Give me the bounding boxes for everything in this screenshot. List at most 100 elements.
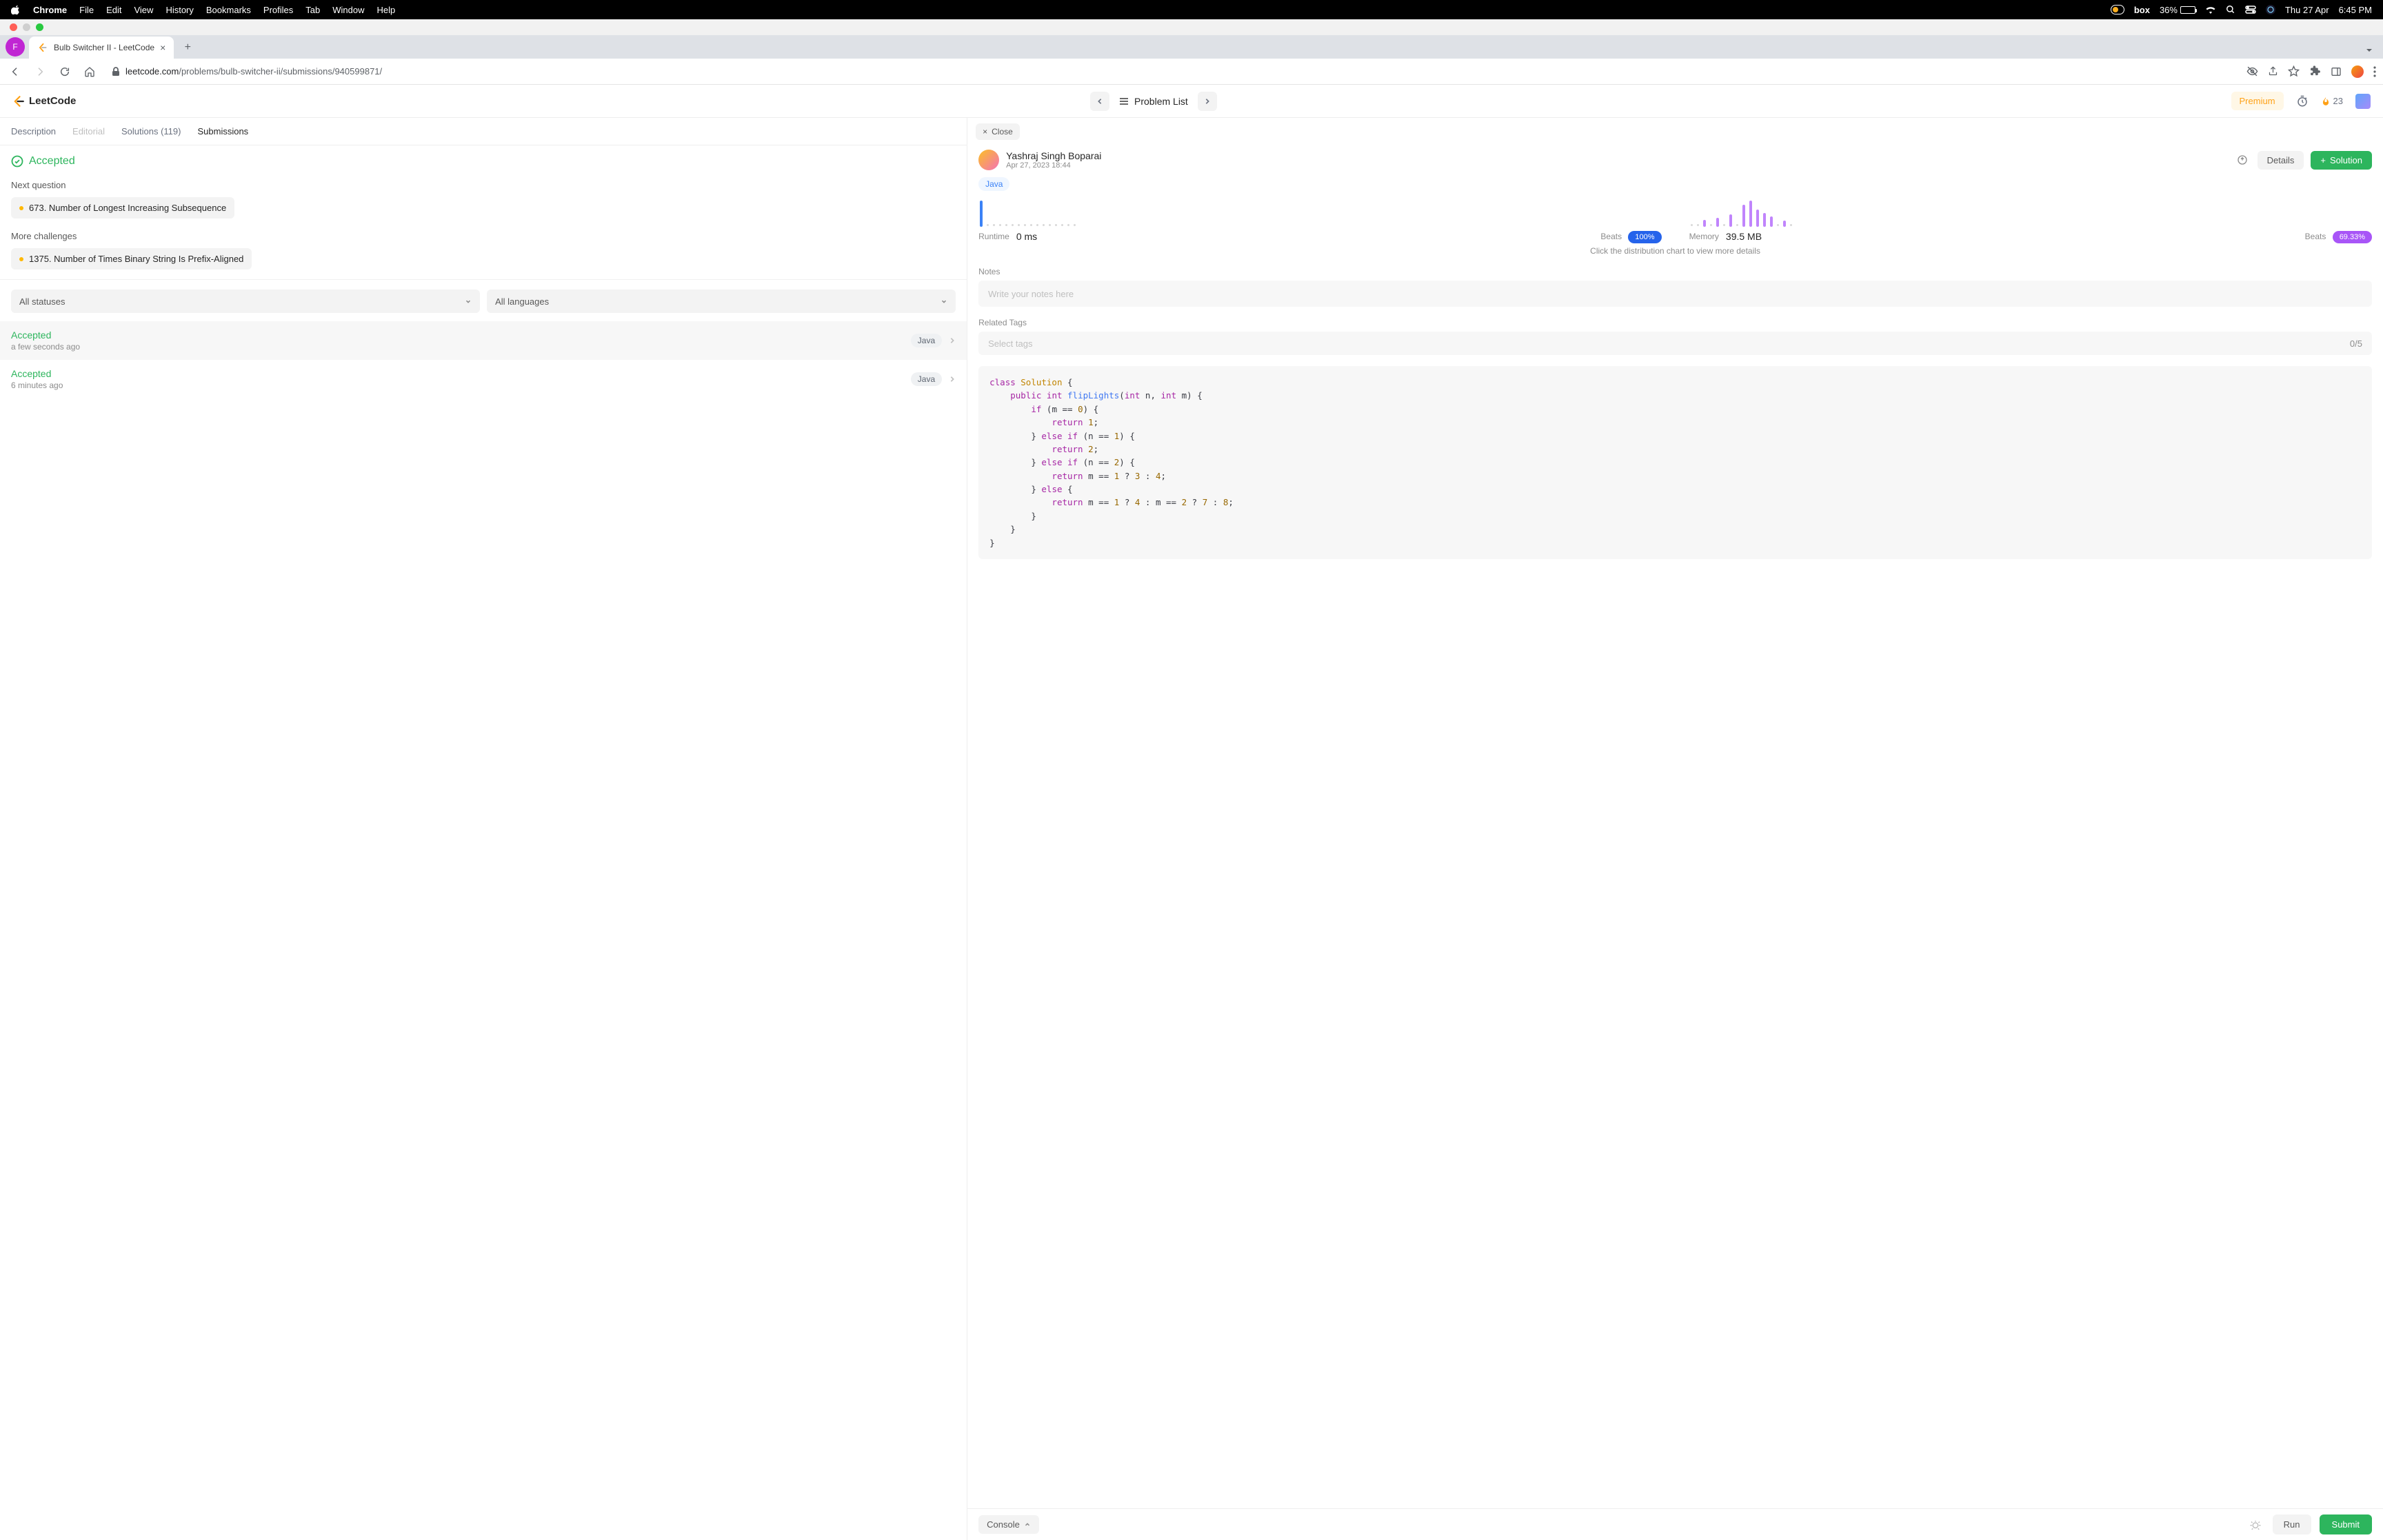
tab-strip: F Bulb Switcher II - LeetCode × + (0, 35, 2383, 59)
mac-menu-help[interactable]: Help (377, 5, 396, 15)
chart-empty-dot (1030, 224, 1032, 226)
siri-icon[interactable] (2266, 5, 2275, 14)
leetcode-logo-icon (12, 95, 25, 108)
user-avatar[interactable] (978, 150, 999, 170)
details-button[interactable]: Details (2258, 151, 2304, 170)
wifi-icon[interactable] (2205, 6, 2216, 14)
mac-menu-file[interactable]: File (79, 5, 94, 15)
chart-empty-dot (1012, 224, 1014, 226)
share-icon[interactable] (2268, 65, 2278, 77)
tab-submissions[interactable]: Submissions (197, 119, 248, 143)
battery-status[interactable]: 36% (2160, 5, 2195, 15)
leetcode-logo[interactable]: LeetCode (12, 95, 76, 108)
tab-solutions[interactable]: Solutions (119) (121, 119, 181, 143)
chart-empty-dot (993, 224, 995, 226)
console-toggle[interactable]: Console (978, 1515, 1039, 1534)
tab-close-icon[interactable]: × (160, 43, 165, 52)
code-viewer[interactable]: class Solution { public int flipLights(i… (978, 366, 2372, 559)
window-close[interactable] (10, 23, 17, 31)
menubar-app-icon-1[interactable] (2111, 5, 2124, 14)
submission-list-item[interactable]: Accepted 6 minutes ago Java (0, 360, 967, 398)
nav-home-icon[interactable] (81, 63, 98, 80)
right-scroll[interactable]: Yashraj Singh Boparai Apr 27, 2023 18:44… (967, 145, 2383, 1508)
chart-hint: Click the distribution chart to view mor… (978, 246, 2372, 256)
apple-icon[interactable] (11, 5, 21, 14)
bookmark-star-icon[interactable] (2288, 65, 2300, 77)
window-maximize[interactable] (36, 23, 43, 31)
left-tabs: Description Editorial Solutions (119) Su… (0, 118, 967, 145)
chrome-avatar[interactable] (2351, 65, 2364, 78)
language-filter-select[interactable]: All languages (487, 290, 956, 313)
extensions-icon[interactable] (2309, 65, 2321, 77)
mac-menu-bookmarks[interactable]: Bookmarks (206, 5, 251, 15)
streak-count: 23 (2333, 96, 2343, 106)
next-question-chip[interactable]: 673. Number of Longest Increasing Subseq… (11, 197, 234, 219)
notes-input[interactable]: Write your notes here (978, 281, 2372, 307)
nav-reload-icon[interactable] (57, 63, 73, 80)
chart-bar (1770, 216, 1773, 227)
debug-icon[interactable] (2246, 1516, 2264, 1534)
mac-menu-history[interactable]: History (165, 5, 193, 15)
tab-editorial[interactable]: Editorial (72, 119, 105, 143)
runtime-beats-pill: 100% (1628, 231, 1661, 243)
mac-time[interactable]: 6:45 PM (2339, 5, 2372, 15)
eye-off-icon[interactable] (2246, 65, 2258, 77)
leetcode-topbar: LeetCode Problem List Premium 23 (0, 85, 2383, 118)
memory-beats-pill: 69.33% (2333, 231, 2372, 243)
problem-list-button[interactable]: Problem List (1115, 96, 1192, 107)
status-filter-select[interactable]: All statuses (11, 290, 480, 313)
tab-overflow-icon[interactable] (2365, 46, 2373, 54)
next-problem-button[interactable] (1198, 92, 1217, 111)
submit-button[interactable]: Submit (2320, 1514, 2372, 1534)
mac-menubar-left: Chrome File Edit View History Bookmarks … (11, 5, 395, 15)
sidepanel-icon[interactable] (2331, 66, 2342, 77)
check-circle-icon (11, 155, 23, 168)
solution-button[interactable]: + Solution (2311, 151, 2372, 170)
more-challenge-chip[interactable]: 1375. Number of Times Binary String Is P… (11, 248, 252, 270)
close-detail-button[interactable]: × Close (976, 123, 1020, 140)
mac-menu-tab[interactable]: Tab (305, 5, 320, 15)
streak-indicator[interactable]: 23 (2321, 96, 2343, 107)
chart-empty-dot (1043, 224, 1045, 226)
mac-menu-view[interactable]: View (134, 5, 153, 15)
run-button[interactable]: Run (2273, 1514, 2311, 1534)
runtime-chart[interactable]: Runtime 0 ms Beats 100% (978, 198, 1661, 242)
tags-count: 0/5 (2350, 338, 2362, 349)
mac-menu-profiles[interactable]: Profiles (263, 5, 293, 15)
chart-empty-dot (1710, 224, 1712, 226)
chevron-down-icon (941, 298, 947, 305)
submission-time: 6 minutes ago (11, 381, 63, 390)
nav-back-icon[interactable] (7, 63, 23, 80)
memory-chart[interactable]: Memory 39.5 MB Beats 69.33% (1689, 198, 2372, 242)
tags-select[interactable]: Select tags 0/5 (978, 332, 2372, 355)
control-center-icon[interactable] (2245, 6, 2256, 14)
tab-description[interactable]: Description (11, 119, 56, 143)
memory-value: 39.5 MB (1726, 231, 1762, 242)
spotlight-icon[interactable] (2226, 5, 2235, 14)
mac-menu-window[interactable]: Window (332, 5, 364, 15)
difficulty-dot-icon (19, 257, 23, 261)
chevron-right-icon (949, 376, 956, 383)
premium-button[interactable]: Premium (2231, 92, 2284, 110)
prev-problem-button[interactable] (1090, 92, 1109, 111)
battery-percent: 36% (2160, 5, 2178, 15)
chevron-right-icon (949, 337, 956, 344)
mac-app-name[interactable]: Chrome (33, 5, 67, 15)
chart-empty-dot (1018, 224, 1020, 226)
user-avatar-small[interactable] (2355, 94, 2371, 109)
profile-tab[interactable]: F (6, 37, 25, 57)
plus-icon: + (2320, 155, 2326, 165)
open-external-icon[interactable] (2234, 152, 2251, 168)
mac-date[interactable]: Thu 27 Apr (2285, 5, 2329, 15)
url-box[interactable]: leetcode.com/problems/bulb-switcher-ii/s… (106, 62, 2238, 81)
window-minimize[interactable] (23, 23, 30, 31)
browser-tab-active[interactable]: Bulb Switcher II - LeetCode × (29, 37, 174, 59)
timer-icon[interactable] (2296, 95, 2309, 108)
left-scroll[interactable]: Accepted Next question 673. Number of Lo… (0, 145, 967, 1540)
new-tab-button[interactable]: + (178, 38, 197, 57)
submission-list-item[interactable]: Accepted a few seconds ago Java (0, 321, 967, 360)
mac-menu-edit[interactable]: Edit (106, 5, 121, 15)
chrome-menu-icon[interactable] (2373, 66, 2376, 77)
chart-bar (1749, 201, 1752, 227)
menubar-box-icon[interactable]: box (2134, 5, 2150, 15)
